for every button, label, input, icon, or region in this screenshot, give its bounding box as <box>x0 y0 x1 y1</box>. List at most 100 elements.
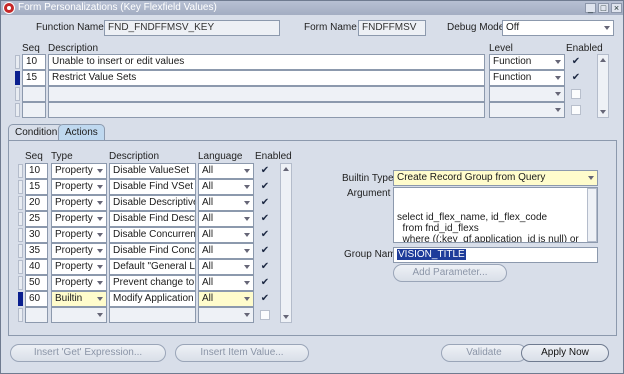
rules-level-cell[interactable] <box>489 102 565 118</box>
actions-type-cell[interactable] <box>51 307 107 323</box>
actions-seq-cell[interactable]: 25 <box>25 211 48 227</box>
actions-type-cell[interactable]: Property <box>51 259 107 275</box>
insert-item-value-button[interactable]: Insert Item Value... <box>175 344 309 362</box>
actions-type-cell[interactable]: Property <box>51 195 107 211</box>
row-selector[interactable] <box>18 180 23 194</box>
actions-seq-cell[interactable]: 35 <box>25 243 48 259</box>
checkbox-checked-icon[interactable]: ✔ <box>260 198 270 208</box>
actions-description-cell[interactable]: Default "General Ledg <box>109 259 196 275</box>
row-selector[interactable] <box>15 103 20 117</box>
row-selector[interactable] <box>18 308 23 322</box>
maximize-icon[interactable]: □ <box>598 3 609 13</box>
actions-language-cell[interactable]: All <box>198 227 254 243</box>
minimize-icon[interactable]: _ <box>585 3 596 13</box>
checkbox-checked-icon[interactable]: ✔ <box>260 230 270 240</box>
checkbox-checked-icon[interactable]: ✔ <box>260 182 270 192</box>
row-selector[interactable] <box>18 228 23 242</box>
actions-scrollbar[interactable] <box>280 163 292 323</box>
actions-description-cell[interactable]: Disable Find Descripti <box>109 211 196 227</box>
actions-language-cell[interactable]: All <box>198 211 254 227</box>
scroll-down-icon[interactable] <box>283 315 289 319</box>
actions-language-cell[interactable]: All <box>198 179 254 195</box>
rules-seq-cell[interactable]: 10 <box>22 54 46 70</box>
insert-get-expression-button[interactable]: Insert 'Get' Expression... <box>10 344 166 362</box>
actions-seq-cell[interactable]: 60 <box>25 291 48 307</box>
checkbox-checked-icon[interactable]: ✔ <box>571 57 581 67</box>
add-parameter-button[interactable]: Add Parameter... <box>393 264 507 282</box>
rules-description-cell[interactable] <box>48 86 485 102</box>
rules-seq-cell[interactable] <box>22 86 46 102</box>
tab-condition[interactable]: Condition <box>8 124 65 141</box>
debug-mode-select[interactable]: Off <box>502 20 614 36</box>
actions-description-cell[interactable]: Disable Find VSet <box>109 179 196 195</box>
actions-language-cell[interactable]: All <box>198 195 254 211</box>
actions-description-cell[interactable]: Disable Find Concurre <box>109 243 196 259</box>
checkbox-checked-icon[interactable]: ✔ <box>260 294 270 304</box>
form-name-field[interactable]: FNDFFMSV <box>358 20 426 36</box>
actions-description-cell[interactable] <box>109 307 196 323</box>
checkbox-checked-icon[interactable]: ✔ <box>260 246 270 256</box>
checkbox-checked-icon[interactable]: ✔ <box>260 214 270 224</box>
group-name-field[interactable]: VISION_TITLE <box>393 247 598 263</box>
close-icon[interactable]: × <box>611 3 622 13</box>
scroll-up-icon[interactable] <box>283 167 289 171</box>
actions-type-cell[interactable]: Property <box>51 275 107 291</box>
actions-seq-cell[interactable]: 40 <box>25 259 48 275</box>
checkbox-unchecked-icon[interactable] <box>260 310 270 320</box>
row-selector[interactable] <box>18 196 23 210</box>
actions-type-cell[interactable]: Property <box>51 211 107 227</box>
row-selector[interactable] <box>18 260 23 274</box>
actions-type-cell[interactable]: Property <box>51 243 107 259</box>
actions-language-cell[interactable]: All <box>198 275 254 291</box>
argument-textarea[interactable]: select id_flex_name, id_flex_code from f… <box>393 187 598 243</box>
actions-type-cell[interactable]: Property <box>51 227 107 243</box>
actions-type-cell[interactable]: Property <box>51 163 107 179</box>
rules-scrollbar[interactable] <box>597 54 609 118</box>
argument-scrollbar[interactable] <box>587 188 597 242</box>
actions-seq-cell[interactable]: 10 <box>25 163 48 179</box>
rules-level-cell[interactable]: Function <box>489 70 565 86</box>
row-selector[interactable] <box>18 244 23 258</box>
actions-seq-cell[interactable] <box>25 307 48 323</box>
checkbox-checked-icon[interactable]: ✔ <box>260 278 270 288</box>
actions-seq-cell[interactable]: 20 <box>25 195 48 211</box>
validate-button[interactable]: Validate <box>441 344 527 362</box>
checkbox-checked-icon[interactable]: ✔ <box>260 262 270 272</box>
row-selector[interactable] <box>18 276 23 290</box>
checkbox-checked-icon[interactable]: ✔ <box>260 166 270 176</box>
row-selector[interactable] <box>18 212 23 226</box>
actions-language-cell[interactable]: All <box>198 243 254 259</box>
actions-language-cell[interactable]: All <box>198 163 254 179</box>
function-name-field[interactable]: FND_FNDFFMSV_KEY <box>104 20 280 36</box>
actions-seq-cell[interactable]: 30 <box>25 227 48 243</box>
rules-description-cell[interactable]: Unable to insert or edit values <box>48 54 485 70</box>
scroll-up-icon[interactable] <box>600 58 606 62</box>
row-selector[interactable] <box>18 292 23 306</box>
rules-description-cell[interactable] <box>48 102 485 118</box>
tab-actions[interactable]: Actions <box>58 124 105 141</box>
row-selector[interactable] <box>18 164 23 178</box>
checkbox-unchecked-icon[interactable] <box>571 89 581 99</box>
actions-description-cell[interactable]: Disable Concurrent <box>109 227 196 243</box>
actions-description-cell[interactable]: Prevent change to App <box>109 275 196 291</box>
actions-type-cell[interactable]: Builtin <box>51 291 107 307</box>
actions-language-cell[interactable]: All <box>198 259 254 275</box>
checkbox-checked-icon[interactable]: ✔ <box>571 73 581 83</box>
actions-description-cell[interactable]: Disable ValueSet <box>109 163 196 179</box>
actions-language-cell[interactable]: All <box>198 291 254 307</box>
apply-now-button[interactable]: Apply Now <box>521 344 609 362</box>
actions-seq-cell[interactable]: 15 <box>25 179 48 195</box>
rules-level-cell[interactable]: Function <box>489 54 565 70</box>
rules-description-cell[interactable]: Restrict Value Sets <box>48 70 485 86</box>
row-selector[interactable] <box>15 87 20 101</box>
rules-seq-cell[interactable]: 15 <box>22 70 46 86</box>
rules-level-cell[interactable] <box>489 86 565 102</box>
actions-type-cell[interactable]: Property <box>51 179 107 195</box>
actions-description-cell[interactable]: Modify Application Title <box>109 291 196 307</box>
actions-language-cell[interactable] <box>198 307 254 323</box>
checkbox-unchecked-icon[interactable] <box>571 105 581 115</box>
actions-seq-cell[interactable]: 50 <box>25 275 48 291</box>
row-selector[interactable] <box>15 71 20 85</box>
rules-seq-cell[interactable] <box>22 102 46 118</box>
actions-description-cell[interactable]: Disable Descriptive <box>109 195 196 211</box>
